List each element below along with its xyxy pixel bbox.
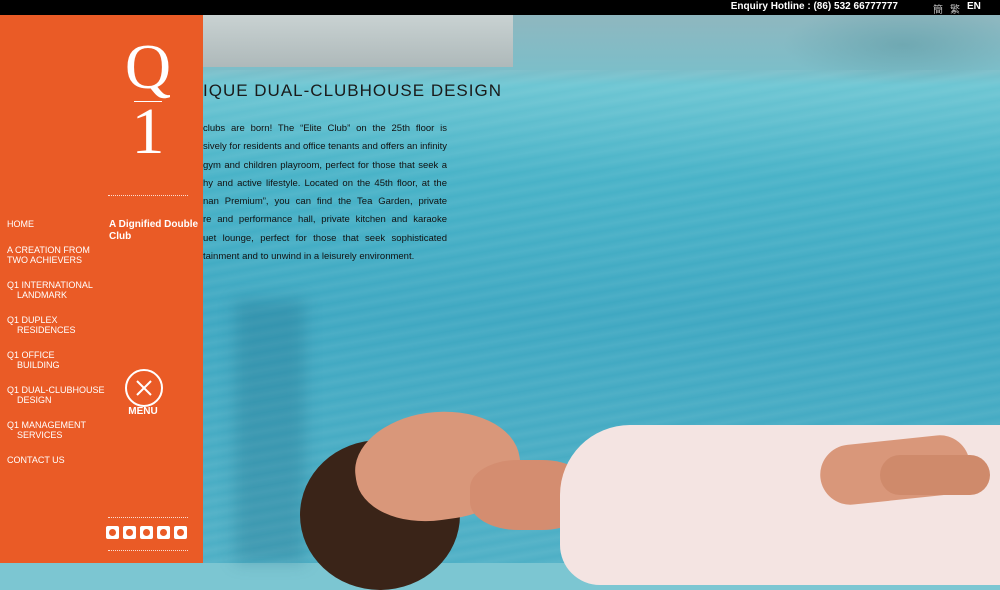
paragraph-line: tainment and to unwind in a leisurely en… <box>203 251 415 263</box>
q1-logo[interactable]: Q 1 <box>120 35 176 175</box>
close-icon <box>136 380 152 396</box>
submenu-title[interactable]: A Dignified Double Club <box>109 219 199 243</box>
logo-number-one: 1 <box>131 95 165 168</box>
nav-item-office[interactable]: Q1 OFFICE BUILDING <box>7 350 105 370</box>
menu-label: MENU <box>128 406 158 417</box>
nav-item-line: HOME <box>7 219 34 229</box>
woman-hand <box>880 455 990 495</box>
nav-item-line: RESIDENCES <box>17 325 76 335</box>
social-icons <box>106 526 187 539</box>
wechat-icon[interactable] <box>174 526 187 539</box>
nav-item-line: SERVICES <box>17 430 63 440</box>
nav-item-management[interactable]: Q1 MANAGEMENT SERVICES <box>7 420 105 440</box>
nav-item-line: Q1 OFFICE <box>7 350 55 360</box>
paragraph-line: nan Premium”, you can find the Tea Garde… <box>203 196 447 208</box>
nav-item-line: Q1 DUAL-CLUBHOUSE <box>7 385 105 395</box>
lang-traditional-chinese[interactable]: 繁 <box>950 1 960 16</box>
pool-shadow <box>235 300 305 563</box>
paragraph-line: uet lounge, perfect for those that seek … <box>203 232 447 244</box>
divider-top <box>108 195 188 196</box>
paragraph-line: clubs are born! The “Elite Club” on the … <box>203 123 447 134</box>
lang-english[interactable]: EN <box>967 1 981 12</box>
nav-item-contact[interactable]: CONTACT US <box>7 455 105 465</box>
paragraph-line: sively for residents and office tenants … <box>203 141 447 153</box>
menu-close-button[interactable] <box>125 369 163 407</box>
sidebar: Q 1 HOME A CREATION FROM TWO ACHIEVERS Q… <box>0 15 203 563</box>
main-nav: HOME A CREATION FROM TWO ACHIEVERS Q1 IN… <box>7 219 105 465</box>
nav-item-line: BUILDING <box>17 360 60 370</box>
paragraph-line: gym and children playroom, perfect for t… <box>203 159 447 171</box>
nav-item-clubhouse[interactable]: Q1 DUAL-CLUBHOUSE DESIGN <box>7 385 105 405</box>
nav-item-duplex[interactable]: Q1 DUPLEX RESIDENCES <box>7 315 105 335</box>
nav-item-creation[interactable]: A CREATION FROM TWO ACHIEVERS <box>7 245 105 265</box>
intro-paragraph: clubs are born! The “Elite Club” on the … <box>203 120 447 266</box>
page-heading: IQUE DUAL-CLUBHOUSE DESIGN <box>203 81 502 100</box>
paragraph-line: re and performance hall, private kitchen… <box>203 214 447 226</box>
nav-item-line: CONTACT US <box>7 455 65 465</box>
divider-mid <box>108 517 188 518</box>
renren-icon[interactable] <box>140 526 153 539</box>
nav-item-line: DESIGN <box>17 395 52 405</box>
nav-item-line: Q1 DUPLEX <box>7 315 58 325</box>
top-bar: Enquiry Hotline : (86) 532 66777777 簡 繁 … <box>0 0 1000 16</box>
nav-item-line: Q1 INTERNATIONAL <box>7 280 93 290</box>
pool-deck <box>203 15 513 67</box>
logo-letter-q: Q <box>124 31 172 102</box>
nav-item-line: TWO ACHIEVERS <box>7 255 83 265</box>
enquiry-hotline: Enquiry Hotline : (86) 532 66777777 <box>730 1 898 12</box>
nav-item-landmark[interactable]: Q1 INTERNATIONAL LANDMARK <box>7 280 105 300</box>
divider-bottom <box>108 550 188 551</box>
douban-icon[interactable] <box>157 526 170 539</box>
nav-item-line: A CREATION FROM <box>7 245 90 255</box>
nav-item-home[interactable]: HOME <box>7 219 105 229</box>
paragraph-line: hy and active lifestyle. Located on the … <box>203 177 447 189</box>
nav-item-line: Q1 MANAGEMENT <box>7 420 87 430</box>
lang-simplified-chinese[interactable]: 簡 <box>933 1 943 16</box>
wechat-moments-icon[interactable] <box>123 526 136 539</box>
weibo-icon[interactable] <box>106 526 119 539</box>
nav-item-line: LANDMARK <box>17 290 68 300</box>
